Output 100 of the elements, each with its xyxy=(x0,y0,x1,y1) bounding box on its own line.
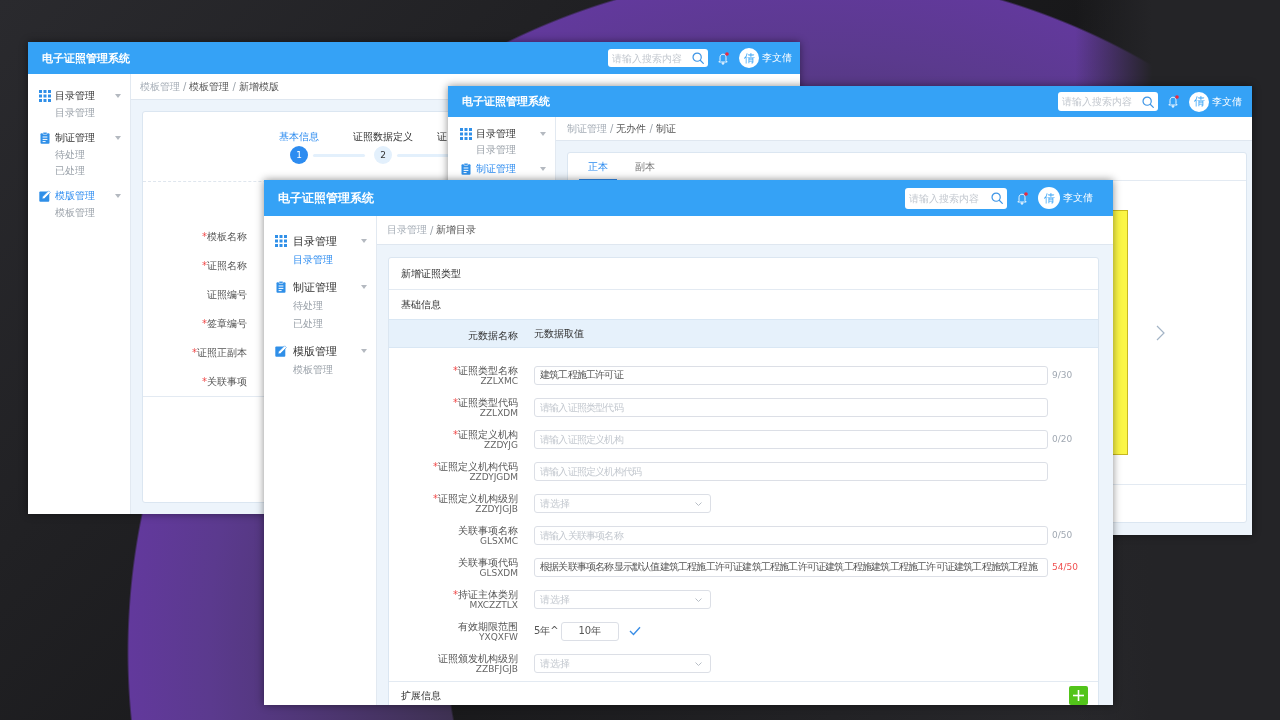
bell-icon[interactable] xyxy=(1168,95,1179,108)
breadcrumb-link[interactable]: 模板管理 xyxy=(140,79,180,94)
column-header: 元数据名称 xyxy=(468,330,518,341)
menu-group-header[interactable]: 目录管理 xyxy=(28,87,130,105)
field-label: *模板名称 xyxy=(201,229,247,244)
tab[interactable]: 副本 xyxy=(626,153,664,181)
app-title: 电子证照管理系统 xyxy=(42,50,130,66)
chevron-right-icon[interactable] xyxy=(1156,324,1165,341)
bell-icon[interactable] xyxy=(1017,191,1028,205)
field-code: ZZLXMC xyxy=(480,375,518,386)
char-counter: 0/20 xyxy=(1052,434,1073,444)
char-counter: 0/50 xyxy=(1052,530,1073,540)
field-code: ZZBFJGJB xyxy=(475,663,518,674)
menu-item[interactable]: 目录管理 xyxy=(448,142,555,158)
breadcrumb-link[interactable]: 目录管理 xyxy=(387,223,427,237)
menu-group-header[interactable]: 制证管理 xyxy=(448,161,555,177)
text-input[interactable]: 根据关联事项名称显示默认值建筑工程施工许可证建筑工程施工许可证建筑工程施建筑工程施工许可证建筑工程施筑工程施 xyxy=(534,557,1048,577)
clipboard-icon xyxy=(460,163,472,175)
grid-icon xyxy=(275,235,287,247)
field-code: MXCZZTLX xyxy=(469,599,518,610)
user-name[interactable]: 李文倩 xyxy=(1212,94,1242,109)
field-code: ZZDYJG xyxy=(484,439,518,450)
field-code: GLSXMC xyxy=(480,535,518,546)
field-code: ZZDYJGDM xyxy=(469,471,518,482)
user-name[interactable]: 李文倩 xyxy=(1063,191,1093,205)
text-input[interactable]: 建筑工程施工许可证 xyxy=(534,365,1048,385)
menu-group-header[interactable]: 模版管理 xyxy=(264,341,376,361)
menu-item[interactable]: 模板管理 xyxy=(28,205,130,221)
range-end-input[interactable]: 10年 xyxy=(560,621,619,641)
field-label: 证照颁发机构级别 xyxy=(438,652,518,664)
breadcrumb-separator: / xyxy=(183,81,187,92)
grid-icon xyxy=(460,128,472,140)
search-icon[interactable] xyxy=(991,192,1003,204)
field-label: *签章编号 xyxy=(201,316,247,331)
field-code: GLSXDM xyxy=(479,567,518,578)
edit-icon xyxy=(39,190,51,202)
menu-item[interactable]: 已处理 xyxy=(28,163,130,179)
user-avatar[interactable]: 倩 xyxy=(739,48,759,68)
field-label: *证照类型名称 xyxy=(453,364,518,376)
menu-group-header[interactable]: 制证管理 xyxy=(264,277,376,297)
app-title: 电子证照管理系统 xyxy=(278,189,374,207)
caret-icon xyxy=(115,136,121,140)
field-label: *持证主体类别 xyxy=(453,588,518,600)
breadcrumb-link[interactable]: 制证管理 xyxy=(567,121,607,136)
field-code: YXQXFW xyxy=(479,631,518,642)
breadcrumb-separator: / xyxy=(610,123,614,134)
caret-icon xyxy=(695,501,702,506)
field-label: *证照定义机构代码 xyxy=(433,460,518,472)
caret-icon xyxy=(361,285,367,289)
menu-item[interactable]: 目录管理 xyxy=(28,105,130,121)
user-name[interactable]: 李文倩 xyxy=(762,51,792,65)
menu-group-header[interactable]: 目录管理 xyxy=(264,231,376,251)
menu-item[interactable]: 待处理 xyxy=(264,297,376,315)
step-circle: 2 xyxy=(374,146,392,164)
user-avatar[interactable]: 倩 xyxy=(1189,91,1209,112)
menu-group-header[interactable]: 目录管理 xyxy=(448,126,555,142)
breadcrumb-link[interactable]: 模板管理 xyxy=(189,79,230,94)
caret-icon xyxy=(540,167,546,171)
user-avatar[interactable]: 倩 xyxy=(1038,187,1060,209)
breadcrumb-separator: / xyxy=(430,224,434,236)
bell-icon[interactable] xyxy=(718,51,729,65)
menu-item[interactable]: 目录管理 xyxy=(264,251,376,269)
step-label: 证照数据定义 xyxy=(353,131,413,142)
caret-icon xyxy=(695,597,702,602)
section-title: 扩展信息 xyxy=(401,688,441,703)
caret-icon xyxy=(361,239,367,243)
field-label: 证照编号 xyxy=(206,287,247,302)
edit-icon xyxy=(275,345,287,357)
menu-group-header[interactable]: 制证管理 xyxy=(28,129,130,147)
app-title: 电子证照管理系统 xyxy=(462,94,550,109)
char-counter: 54/50 xyxy=(1052,562,1078,572)
menu-item[interactable]: 模板管理 xyxy=(264,361,376,379)
field-label: *关联事项 xyxy=(201,374,247,389)
menu-group-header[interactable]: 模版管理 xyxy=(28,187,130,205)
clipboard-icon xyxy=(275,281,287,293)
field-label: 有效期限范围 xyxy=(458,620,518,632)
search-icon[interactable] xyxy=(1142,95,1154,108)
caret-icon xyxy=(361,349,367,353)
add-button[interactable] xyxy=(1069,686,1088,705)
section-title: 基础信息 xyxy=(401,297,441,312)
plus-icon xyxy=(1073,690,1084,701)
menu-item[interactable]: 待处理 xyxy=(28,147,130,163)
field-code: ZZDYJGJB xyxy=(475,503,518,514)
field-label: *证照名称 xyxy=(201,258,247,273)
breadcrumb-link[interactable]: 无办件 xyxy=(616,121,647,136)
field-label: *证照定义机构级别 xyxy=(433,492,518,504)
step-circle: 1 xyxy=(290,146,308,164)
breadcrumb-link[interactable]: 制证 xyxy=(655,121,676,136)
column-header: 元数据取值 xyxy=(534,326,584,341)
step-label: 基本信息 xyxy=(279,131,319,142)
check-icon[interactable] xyxy=(628,626,641,636)
caret-icon xyxy=(540,132,546,136)
search-icon[interactable] xyxy=(692,52,704,64)
breadcrumb-link[interactable]: 新增模版 xyxy=(238,79,279,94)
field-label: *证照定义机构 xyxy=(453,428,518,440)
menu-item[interactable]: 已处理 xyxy=(264,315,376,333)
char-counter: 9/30 xyxy=(1052,370,1073,380)
caret-icon xyxy=(695,661,702,666)
breadcrumb-link[interactable]: 新增目录 xyxy=(436,223,477,237)
field-code: ZZLXDM xyxy=(479,407,518,418)
